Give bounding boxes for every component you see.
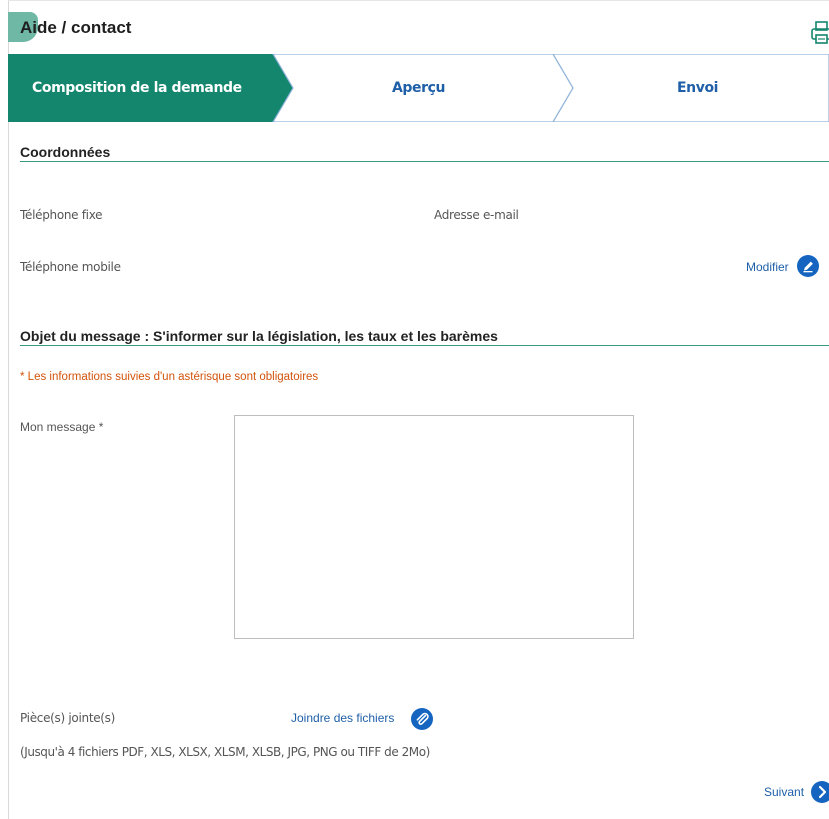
page-title: Aide / contact — [20, 18, 132, 37]
message-label: Mon message * — [20, 420, 104, 434]
coordonnees-divider — [20, 161, 829, 162]
printer-icon[interactable] — [811, 21, 829, 45]
pencil-icon[interactable] — [797, 255, 819, 277]
objet-title: Objet du message : S'informer sur la lég… — [20, 328, 498, 344]
attachments-note: (Jusqu'à 4 fichiers PDF, XLS, XLSX, XLSM… — [20, 745, 430, 759]
page: Aide / contact Composition de la demande… — [0, 0, 829, 819]
chevron-right-icon[interactable] — [811, 781, 829, 803]
header: Aide / contact — [8, 0, 829, 55]
next-button[interactable]: Suivant — [764, 785, 804, 799]
attachments-label: Pièce(s) jointe(s) — [20, 711, 116, 725]
required-note: * Les informations suivies d'un astérisq… — [20, 371, 319, 383]
email-label: Adresse e-mail — [434, 208, 519, 222]
attach-files-link[interactable]: Joindre des fichiers — [291, 711, 394, 725]
coordonnees-title: Coordonnées — [20, 144, 111, 160]
paperclip-icon[interactable] — [411, 708, 433, 730]
step-envoi: Envoi — [677, 80, 719, 96]
phone-fixed-label: Téléphone fixe — [20, 208, 103, 222]
step-composition: Composition de la demande — [32, 80, 242, 96]
stepper: Composition de la demande Aperçu Envoi — [8, 54, 829, 122]
phone-mobile-label: Téléphone mobile — [20, 260, 121, 274]
modify-link[interactable]: Modifier — [746, 260, 789, 274]
objet-divider — [20, 345, 829, 346]
message-textarea[interactable] — [234, 415, 634, 639]
left-border — [8, 0, 9, 819]
step-apercu: Aperçu — [392, 80, 446, 96]
